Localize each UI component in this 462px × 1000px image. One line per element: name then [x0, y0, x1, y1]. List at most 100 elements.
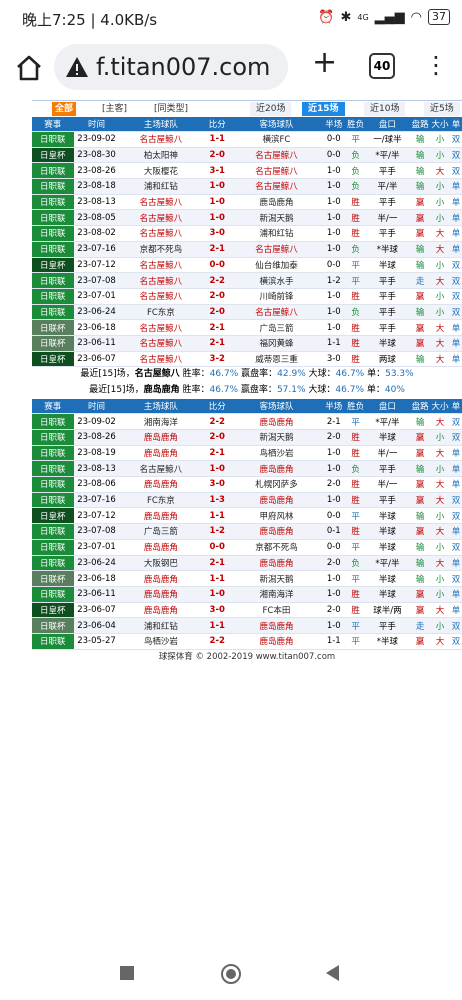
cell-home-team[interactable]: FC东京 — [119, 492, 203, 509]
cell-score[interactable]: 1-0 — [202, 178, 233, 195]
filter-all[interactable]: 全部 — [52, 102, 77, 116]
cell-away-team[interactable]: 名古屋鲸八 — [232, 304, 321, 321]
cell-away-team[interactable]: 甲府风林 — [232, 507, 321, 525]
cell-away-team[interactable]: 名古屋鲸八 — [232, 147, 321, 164]
cell-score[interactable]: 1-1 — [202, 131, 233, 148]
cell-away-team[interactable]: 福冈黄蜂 — [232, 335, 321, 352]
cell-home-team[interactable]: 鹿岛鹿角 — [119, 476, 203, 493]
address-bar[interactable]: f.titan007.com — [54, 44, 288, 90]
cell-home-team[interactable]: 名古屋鲸八 — [119, 131, 203, 148]
cell-away-team[interactable]: 浦和红钻 — [232, 225, 321, 242]
cell-home-team[interactable]: 浦和红钻 — [119, 617, 203, 634]
cell-away-team[interactable]: FC本田 — [232, 602, 321, 619]
home-button[interactable] — [221, 964, 241, 984]
cell-home-team[interactable]: 鸟栖沙岩 — [119, 633, 203, 650]
cell-away-team[interactable]: 广岛三箭 — [232, 319, 321, 336]
cell-score[interactable]: 2-0 — [202, 288, 233, 305]
cell-score[interactable]: 1-2 — [202, 523, 233, 540]
cell-away-team[interactable]: 川崎前锋 — [232, 288, 321, 305]
cell-away-team[interactable]: 湘南海洋 — [232, 586, 321, 603]
cell-away-team[interactable]: 鹿岛鹿角 — [232, 633, 321, 650]
cell-home-team[interactable]: 柏太阳神 — [119, 147, 203, 164]
cell-score[interactable]: 2-1 — [202, 555, 233, 572]
cell-away-team[interactable]: 名古屋鲸八 — [232, 178, 321, 195]
cell-score[interactable]: 2-1 — [202, 335, 233, 352]
cell-home-team[interactable]: 大阪钢巴 — [119, 555, 203, 572]
cell-away-team[interactable]: 横滨水手 — [232, 272, 321, 289]
filter-last-20[interactable]: 近20场 — [250, 102, 292, 116]
filter-last-10[interactable]: 近10场 — [364, 102, 406, 116]
cell-away-team[interactable]: 鹿岛鹿角 — [232, 413, 321, 430]
cell-score[interactable]: 2-1 — [202, 319, 233, 336]
cell-home-team[interactable]: 鹿岛鹿角 — [119, 602, 203, 619]
cell-score[interactable]: 1-0 — [202, 209, 233, 227]
cell-home-team[interactable]: 名古屋鲸八 — [119, 209, 203, 227]
warning-icon[interactable] — [64, 55, 90, 79]
cell-score[interactable]: 3-0 — [202, 476, 233, 493]
cell-away-team[interactable]: 新潟天鹅 — [232, 209, 321, 227]
cell-score[interactable]: 2-1 — [202, 445, 233, 462]
cell-score[interactable]: 0-0 — [202, 257, 233, 274]
cell-score[interactable]: 1-0 — [202, 194, 233, 211]
cell-away-team[interactable]: 鹿岛鹿角 — [232, 492, 321, 509]
cell-home-team[interactable]: 鹿岛鹿角 — [119, 586, 203, 603]
home-icon[interactable] — [14, 53, 44, 83]
cell-score[interactable]: 3-1 — [202, 162, 233, 180]
cell-away-team[interactable]: 横滨FC — [232, 131, 321, 148]
recent-apps-button[interactable] — [120, 966, 134, 980]
cell-home-team[interactable]: 名古屋鲸八 — [119, 288, 203, 305]
cell-home-team[interactable]: FC东京 — [119, 304, 203, 321]
cell-score[interactable]: 3-2 — [202, 351, 233, 368]
filter-last-5[interactable]: 近5场 — [424, 102, 460, 116]
cell-score[interactable]: 1-0 — [202, 586, 233, 603]
cell-home-team[interactable]: 名古屋鲸八 — [119, 335, 203, 352]
cell-score[interactable]: 2-0 — [202, 147, 233, 164]
filter-home-away[interactable]: [主客] — [102, 102, 127, 116]
cell-home-team[interactable]: 浦和红钻 — [119, 178, 203, 195]
cell-score[interactable]: 2-1 — [202, 241, 233, 258]
cell-score[interactable]: 1-1 — [202, 570, 233, 587]
cell-home-team[interactable]: 名古屋鲸八 — [119, 194, 203, 211]
cell-away-team[interactable]: 名古屋鲸八 — [232, 241, 321, 258]
cell-away-team[interactable]: 新潟天鹅 — [232, 570, 321, 587]
cell-away-team[interactable]: 名古屋鲸八 — [232, 162, 321, 180]
cell-home-team[interactable]: 名古屋鲸八 — [119, 272, 203, 289]
cell-score[interactable]: 1-0 — [202, 460, 233, 478]
cell-score[interactable]: 2-2 — [202, 413, 233, 430]
cell-home-team[interactable]: 鹿岛鹿角 — [119, 539, 203, 556]
cell-home-team[interactable]: 名古屋鲸八 — [119, 351, 203, 368]
cell-home-team[interactable]: 鹿岛鹿角 — [119, 570, 203, 587]
cell-away-team[interactable]: 新潟天鹅 — [232, 429, 321, 446]
cell-home-team[interactable]: 名古屋鲸八 — [119, 319, 203, 336]
cell-away-team[interactable]: 鹿岛鹿角 — [232, 460, 321, 478]
cell-away-team[interactable]: 鹿岛鹿角 — [232, 194, 321, 211]
cell-home-team[interactable]: 名古屋鲸八 — [119, 225, 203, 242]
filter-same-type[interactable]: [同类型] — [154, 102, 188, 116]
cell-away-team[interactable]: 仙台维加泰 — [232, 257, 321, 274]
cell-away-team[interactable]: 鹿岛鹿角 — [232, 555, 321, 572]
cell-score[interactable]: 3-0 — [202, 225, 233, 242]
cell-home-team[interactable]: 鹿岛鹿角 — [119, 507, 203, 525]
cell-away-team[interactable]: 鹿岛鹿角 — [232, 617, 321, 634]
cell-home-team[interactable]: 鹿岛鹿角 — [119, 429, 203, 446]
cell-home-team[interactable]: 湘南海洋 — [119, 413, 203, 430]
cell-home-team[interactable]: 京都不死鸟 — [119, 241, 203, 258]
cell-score[interactable]: 1-3 — [202, 492, 233, 509]
cell-score[interactable]: 1-1 — [202, 617, 233, 634]
new-tab-button[interactable]: + — [312, 48, 337, 78]
cell-score[interactable]: 2-2 — [202, 633, 233, 650]
cell-home-team[interactable]: 名古屋鲸八 — [119, 460, 203, 478]
cell-away-team[interactable]: 鹿岛鹿角 — [232, 523, 321, 540]
cell-score[interactable]: 1-1 — [202, 507, 233, 525]
cell-away-team[interactable]: 札幌冈萨多 — [232, 476, 321, 493]
cell-home-team[interactable]: 鹿岛鹿角 — [119, 445, 203, 462]
cell-home-team[interactable]: 广岛三箭 — [119, 523, 203, 540]
cell-away-team[interactable]: 鸟栖沙岩 — [232, 445, 321, 462]
cell-away-team[interactable]: 京都不死鸟 — [232, 539, 321, 556]
cell-home-team[interactable]: 名古屋鲸八 — [119, 257, 203, 274]
cell-away-team[interactable]: 威蒂恩三重 — [232, 351, 321, 368]
cell-home-team[interactable]: 大阪樱花 — [119, 162, 203, 180]
cell-score[interactable]: 2-0 — [202, 304, 233, 321]
more-menu-icon[interactable]: ⋮ — [424, 50, 448, 80]
filter-last-15[interactable]: 近15场 — [302, 102, 345, 116]
